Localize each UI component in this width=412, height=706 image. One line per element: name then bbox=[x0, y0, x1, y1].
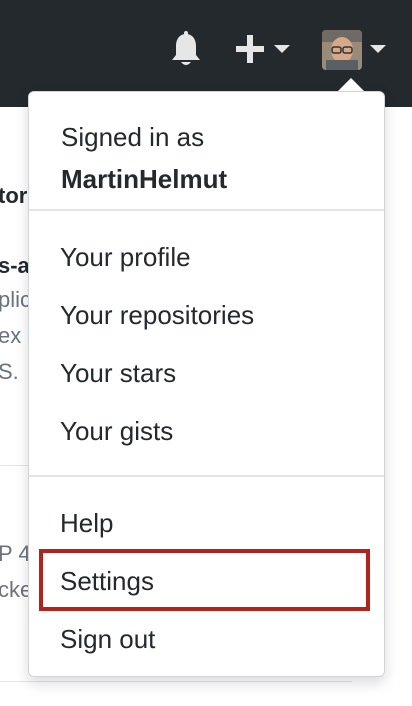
username: MartinHelmut bbox=[61, 164, 228, 194]
menu-item-help[interactable]: Help bbox=[60, 508, 113, 539]
background-text: plic bbox=[0, 287, 32, 312]
background-text: tor bbox=[0, 183, 28, 208]
background-text: S. bbox=[0, 359, 19, 384]
avatar[interactable] bbox=[322, 30, 362, 70]
menu-item-your-repositories[interactable]: Your repositories bbox=[60, 300, 254, 331]
dropdown-pointer bbox=[337, 78, 365, 92]
bell-icon[interactable] bbox=[168, 30, 204, 70]
menu-item-your-profile[interactable]: Your profile bbox=[60, 242, 191, 273]
divider bbox=[0, 465, 30, 466]
background-text: ex bbox=[0, 323, 22, 348]
chevron-down-icon[interactable] bbox=[370, 45, 386, 53]
menu-item-sign-out[interactable]: Sign out bbox=[60, 624, 155, 655]
background-text: P 4 bbox=[0, 541, 31, 566]
signed-in-label: Signed in as bbox=[61, 122, 205, 152]
menu-item-settings[interactable]: Settings bbox=[60, 566, 154, 597]
background-text: s-a bbox=[0, 253, 30, 278]
user-menu-dropdown: Signed in as MartinHelmut Your profile Y… bbox=[28, 91, 385, 677]
menu-item-your-stars[interactable]: Your stars bbox=[60, 358, 176, 389]
menu-divider bbox=[29, 475, 384, 477]
chevron-down-icon[interactable] bbox=[274, 45, 290, 53]
divider bbox=[0, 681, 352, 682]
menu-divider bbox=[29, 209, 384, 211]
plus-icon[interactable] bbox=[234, 32, 266, 66]
signed-in-header: Signed in as MartinHelmut bbox=[61, 116, 227, 200]
menu-item-your-gists[interactable]: Your gists bbox=[60, 416, 173, 447]
